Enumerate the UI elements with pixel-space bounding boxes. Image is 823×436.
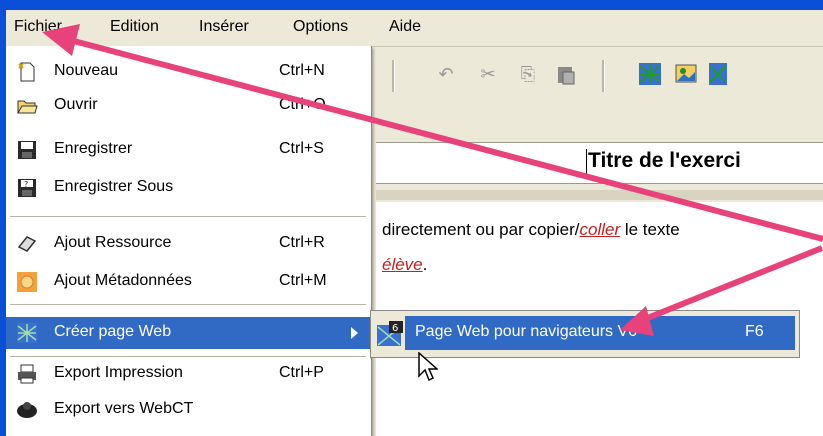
metadata-icon	[16, 271, 38, 293]
menu-item-shortcut: Ctrl+N	[279, 62, 325, 79]
web-v6-badge: 6	[392, 323, 398, 334]
toolbar-separator	[602, 60, 605, 92]
toolbar-separator	[392, 60, 395, 92]
menu-item-ajout-ressource[interactable]: Ajout Ressource Ctrl+R	[6, 228, 371, 260]
menu-item-label: Export Impression	[54, 364, 183, 381]
menu-item-label: Enregistrer Sous	[54, 178, 174, 195]
menu-inserer[interactable]: Insérer	[199, 18, 249, 36]
exercise-title: Titre de l'exerci	[588, 149, 741, 172]
menu-item-shortcut: Ctrl+S	[279, 140, 324, 157]
web-export-icon[interactable]	[638, 62, 662, 86]
coller-link[interactable]: coller	[580, 220, 621, 239]
submenu-item-page-web-v6[interactable]: Page Web pour navigateurs V6 F6	[405, 316, 795, 350]
web-v6-icon: 6	[377, 321, 403, 346]
exercise-title-field[interactable]: Titre de l'exerci	[376, 142, 823, 184]
menu-item-label: Créer page Web	[54, 323, 172, 340]
menu-item-export-impression[interactable]: Export Impression Ctrl+P	[6, 358, 371, 390]
menu-item-creer-page-web[interactable]: Créer page Web	[6, 317, 371, 349]
mouse-cursor-icon	[418, 352, 438, 382]
menu-item-label: Ouvrir	[54, 96, 98, 113]
menu-options[interactable]: Options	[293, 18, 348, 36]
menu-item-enregistrer[interactable]: Enregistrer Ctrl+S	[6, 134, 371, 166]
submenu-arrow-icon	[351, 327, 358, 339]
menu-aide[interactable]: Aide	[389, 18, 421, 36]
menu-item-label: Export vers WebCT	[54, 400, 194, 417]
menu-edition[interactable]: Edition	[110, 18, 159, 36]
menu-item-label: Nouveau	[54, 62, 119, 79]
paste-icon[interactable]	[554, 62, 578, 86]
menu-bar: Fichier Edition Insérer Options Aide	[6, 10, 823, 47]
menu-item-shortcut: Ctrl+R	[279, 234, 325, 251]
ruler-strip	[376, 190, 823, 200]
menu-fichier[interactable]: Fichier	[14, 18, 62, 36]
save-disk-icon	[16, 139, 38, 161]
menu-item-shortcut: Ctrl+P	[279, 364, 324, 381]
printer-icon	[16, 363, 38, 385]
menu-item-shortcut: Ctrl+M	[279, 272, 327, 289]
creer-page-web-submenu: 6 Page Web pour navigateurs V6 F6	[370, 310, 800, 358]
svg-text:?: ?	[24, 180, 28, 189]
menu-item-nouveau[interactable]: Nouveau Ctrl+N	[6, 56, 371, 88]
web-tool-icon[interactable]	[706, 62, 730, 86]
copy-icon[interactable]: ⎘	[516, 62, 540, 86]
web-page-icon	[16, 322, 38, 344]
link-icon	[16, 233, 38, 255]
menu-item-ouvrir[interactable]: Ouvrir Ctrl+O	[6, 90, 371, 122]
menu-separator	[10, 356, 366, 357]
save-as-icon: ?	[16, 177, 38, 199]
menu-separator	[10, 304, 366, 305]
instruction-line-1: directement ou par copier/coller le text…	[382, 220, 680, 240]
image-icon[interactable]	[674, 62, 698, 86]
submenu-item-label: Page Web pour navigateurs V6	[415, 323, 638, 340]
eleve-link[interactable]: élève	[382, 255, 423, 274]
menu-separator	[10, 216, 366, 217]
toolbar: ↶ ✂ ⎘	[376, 50, 823, 100]
text-caret	[586, 149, 587, 175]
menu-item-export-webct[interactable]: Export vers WebCT	[6, 394, 371, 426]
submenu-item-shortcut: F6	[745, 323, 764, 340]
menu-item-enregistrer-sous[interactable]: ? Enregistrer Sous	[6, 172, 371, 204]
menu-item-shortcut: Ctrl+O	[279, 96, 326, 113]
cut-icon[interactable]: ✂	[476, 62, 500, 86]
instruction-text-end: le texte	[620, 220, 680, 239]
new-document-icon	[16, 61, 38, 83]
open-folder-icon	[16, 95, 38, 117]
menu-item-label: Ajout Métadonnées	[54, 272, 192, 289]
undo-icon[interactable]: ↶	[434, 62, 458, 86]
instruction-line-2: élève.	[382, 255, 427, 275]
menu-item-label: Enregistrer	[54, 140, 133, 157]
instruction-period: .	[422, 255, 428, 274]
webct-icon	[16, 399, 38, 421]
fichier-menu: Nouveau Ctrl+N Ouvrir Ctrl+O Enregistrer…	[6, 46, 372, 436]
menu-item-ajout-metadonnees[interactable]: Ajout Métadonnées Ctrl+M	[6, 266, 371, 298]
menu-item-label: Ajout Ressource	[54, 234, 172, 251]
instruction-text: directement ou par copier/	[382, 220, 580, 239]
